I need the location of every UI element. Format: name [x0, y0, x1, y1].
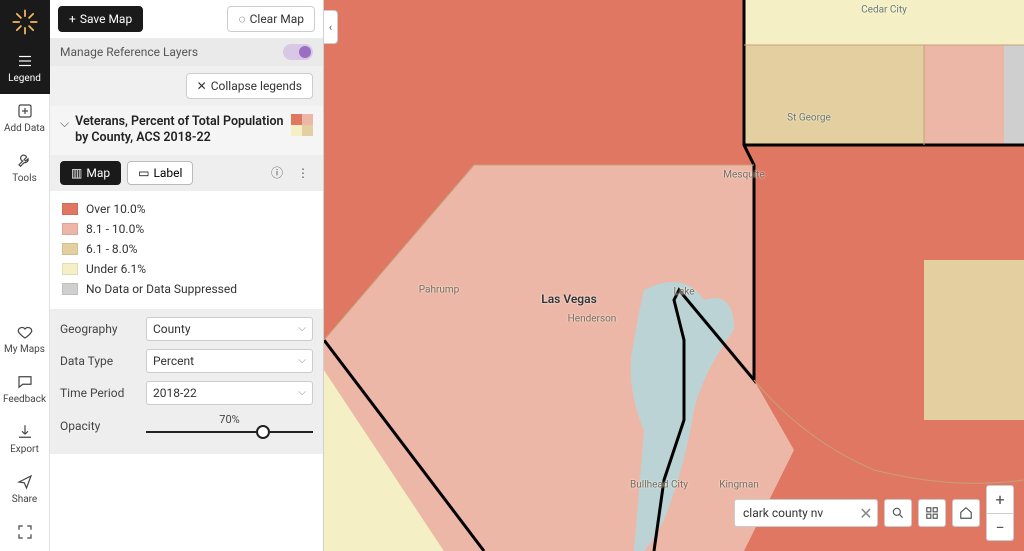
plus-icon: +	[995, 490, 1004, 509]
rail-tools[interactable]: Tools	[0, 144, 50, 194]
rail-label: Tools	[12, 173, 36, 184]
close-icon: ✕	[197, 79, 207, 93]
fullscreen-icon	[16, 523, 34, 541]
legend-swatch	[62, 283, 78, 295]
map-bottom-controls: ✕ + −	[734, 485, 1014, 541]
panel-collapse-handle[interactable]: ‹	[324, 10, 338, 44]
minus-icon: −	[995, 518, 1004, 537]
mode-label-button[interactable]: ▭ Label	[127, 161, 193, 185]
save-map-button[interactable]: + Save Map	[58, 6, 143, 32]
clear-search-icon[interactable]: ✕	[855, 504, 877, 523]
opacity-slider[interactable]	[146, 424, 313, 440]
manage-ref-label: Manage Reference Layers	[60, 45, 198, 59]
chevron-down-icon[interactable]: ⌵	[60, 114, 69, 131]
app-logo[interactable]	[0, 0, 50, 44]
map-search-box: ✕	[734, 499, 878, 527]
legend-label: Under 6.1%	[86, 262, 146, 276]
grid-icon	[925, 506, 939, 520]
chevron-left-icon: ‹	[329, 21, 332, 34]
download-icon	[16, 423, 34, 441]
rail-label: Legend	[8, 73, 41, 84]
legend-item: Over 10.0%	[62, 199, 311, 219]
spark-icon	[11, 8, 39, 36]
zoom-in-button[interactable]: +	[986, 485, 1014, 513]
rail-label: Feedback	[3, 394, 46, 405]
chat-icon	[16, 373, 34, 391]
rail-label: My Maps	[4, 344, 45, 355]
label-icon: ▭	[138, 166, 149, 180]
map-viewport[interactable]: ‹ Cedar City St George Mesquite Las Vega…	[324, 0, 1024, 551]
share-icon	[16, 473, 34, 491]
legend-label: 8.1 - 10.0%	[86, 222, 144, 236]
datatype-select[interactable]: Percent⌵	[146, 349, 313, 373]
geography-select[interactable]: County⌵	[146, 317, 313, 341]
legend-icon	[16, 52, 34, 70]
legend-item: 6.1 - 8.0%	[62, 239, 311, 259]
rail-export[interactable]: Export	[0, 415, 50, 465]
geography-label: Geography	[60, 322, 138, 336]
legend-label: 6.1 - 8.0%	[86, 242, 137, 256]
legend-swatch	[62, 223, 78, 235]
legend-swatch	[62, 243, 78, 255]
eraser-icon: ◌	[238, 12, 245, 26]
opacity-label: Opacity	[60, 419, 138, 433]
legend-item: 8.1 - 10.0%	[62, 219, 311, 239]
home-extent-button[interactable]	[952, 499, 980, 527]
reference-layers-toggle[interactable]	[283, 44, 313, 60]
chevron-down-icon: ⌵	[298, 355, 306, 366]
choropleth-map	[324, 0, 1024, 551]
collapse-legends-button[interactable]: ✕ Collapse legends	[186, 73, 313, 99]
layer-swatch-icon	[291, 114, 313, 136]
layer-title: Veterans, Percent of Total Population by…	[75, 114, 285, 147]
zoom-out-button[interactable]: −	[986, 513, 1014, 541]
more-icon[interactable]: ⋮	[293, 163, 313, 183]
timeperiod-select[interactable]: 2018-22⌵	[146, 381, 313, 405]
rail-add-data[interactable]: Add Data	[0, 94, 50, 144]
chevron-down-icon: ⌵	[298, 323, 306, 334]
rail-feedback[interactable]: Feedback	[0, 365, 50, 415]
timeperiod-label: Time Period	[60, 386, 138, 400]
datatype-label: Data Type	[60, 354, 138, 368]
rail-share[interactable]: Share	[0, 465, 50, 515]
left-rail: Legend Add Data Tools My Maps Feedback E…	[0, 0, 50, 551]
layer-controls: Geography County⌵ Data Type Percent⌵ Tim…	[50, 309, 323, 454]
map-icon: ▥	[71, 166, 82, 180]
rail-fullscreen[interactable]	[0, 515, 50, 551]
chevron-down-icon: ⌵	[298, 387, 306, 398]
home-icon	[959, 506, 973, 520]
legend-label: No Data or Data Suppressed	[86, 282, 237, 296]
add-icon	[16, 102, 34, 120]
rail-my-maps[interactable]: My Maps	[0, 315, 50, 365]
plus-icon: +	[69, 12, 76, 26]
search-button[interactable]	[884, 499, 912, 527]
layer-header: ⌵ Veterans, Percent of Total Population …	[50, 106, 323, 155]
legend-list: Over 10.0% 8.1 - 10.0% 6.1 - 8.0% Under 6.1…	[50, 191, 323, 309]
legend-swatch	[62, 203, 78, 215]
heart-icon	[16, 323, 34, 341]
legend-swatch	[62, 263, 78, 275]
rail-label: Add Data	[4, 123, 45, 134]
legend-label: Over 10.0%	[86, 202, 146, 216]
manage-reference-layers-row[interactable]: Manage Reference Layers	[50, 38, 323, 66]
rail-label: Export	[10, 444, 39, 455]
legend-item: Under 6.1%	[62, 259, 311, 279]
search-input[interactable]	[735, 506, 855, 520]
rail-legend[interactable]: Legend	[0, 44, 50, 94]
legend-panel: + Save Map ◌ Clear Map Manage Reference …	[50, 0, 324, 551]
basemap-button[interactable]	[918, 499, 946, 527]
rail-label: Share	[12, 494, 37, 505]
tools-icon	[16, 152, 34, 170]
clear-map-button[interactable]: ◌ Clear Map	[227, 6, 315, 32]
mode-map-button[interactable]: ▥ Map	[60, 161, 121, 185]
info-icon[interactable]: ⓘ	[267, 163, 287, 183]
search-icon	[891, 506, 905, 520]
legend-item: No Data or Data Suppressed	[62, 279, 311, 299]
